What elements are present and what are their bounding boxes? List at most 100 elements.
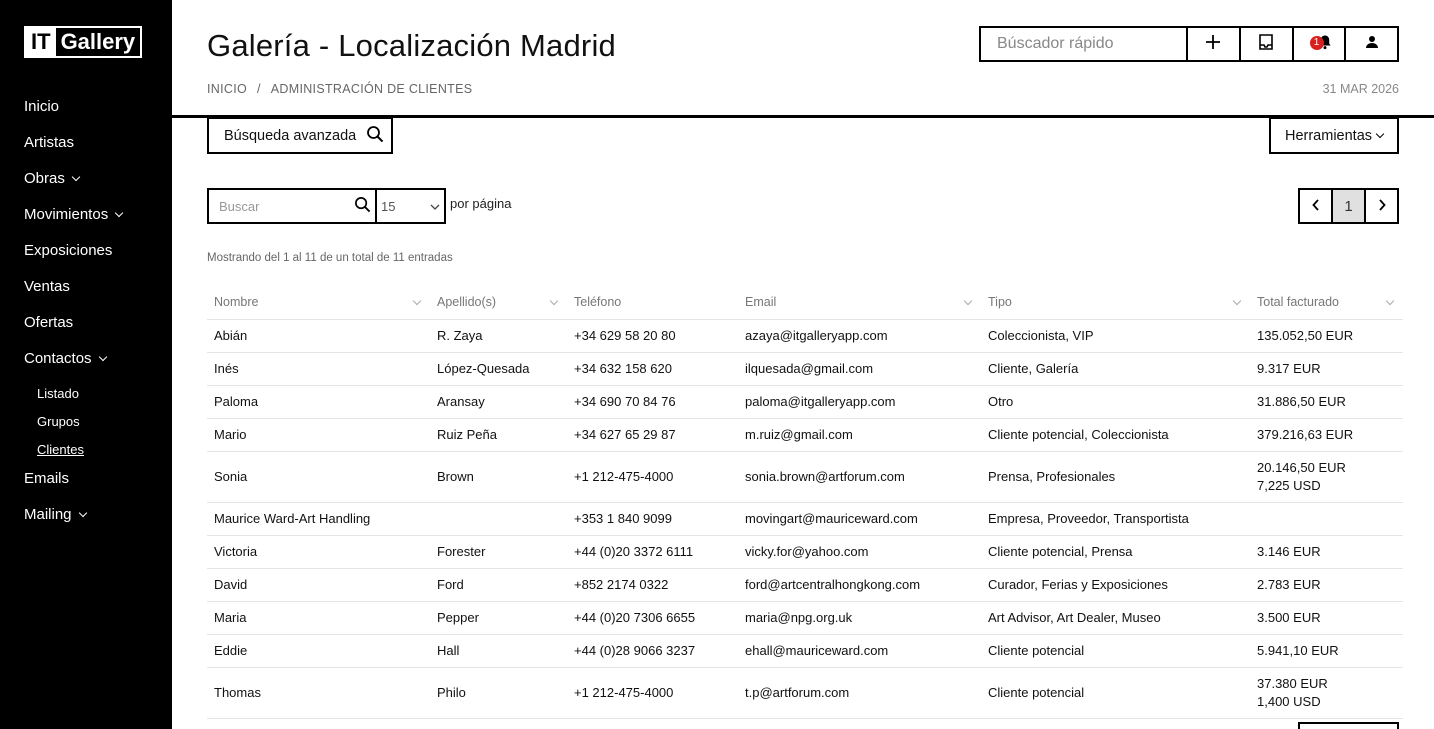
column-header-nombre[interactable]: Nombre [207,286,430,320]
sidebar-item-emails[interactable]: Emails [24,468,164,504]
user-icon [1365,35,1379,54]
sidebar-item-exposiciones[interactable]: Exposiciones [24,240,164,276]
cell-total [1250,502,1403,536]
cell-value: Cliente potencial [988,642,1085,658]
cell-email[interactable]: ehall@mauriceward.com [738,634,981,668]
sidebar-item-ofertas[interactable]: Ofertas [24,312,164,348]
sidebar-item-label: Inicio [24,98,60,115]
inbox-button[interactable] [1241,28,1294,60]
add-button[interactable] [1188,28,1241,60]
tools-dropdown-button[interactable]: Herramientas [1269,117,1399,154]
cell-nombre: Inés [207,352,430,386]
cell-value: Maurice Ward-Art Handling [214,510,371,526]
column-header-apellidos[interactable]: Apellido(s) [430,286,567,320]
table-search-input[interactable]: Buscar [207,188,377,224]
cell-email[interactable]: maria@npg.org.uk [738,601,981,635]
cell-value: 3.146 EUR [1257,543,1321,559]
cell-email[interactable]: m.ruiz@gmail.com [738,418,981,452]
table-row[interactable]: Mario Ruiz Peña +34 627 65 29 87 m.ruiz@gma… [207,418,1403,452]
sidebar-item-movimientos[interactable]: Movimientos [24,204,164,240]
table-row[interactable]: Victoria Forester +44 (0)20 3372 6111 vicky… [207,535,1403,569]
cell-value: +1 212-475-4000 [574,468,674,484]
cell-total: 9.317 EUR [1250,352,1403,386]
column-header-tipo[interactable]: Tipo [981,286,1250,320]
chevron-down-icon [78,508,87,518]
sort-icon [963,296,973,306]
cell-telefono: +44 (0)20 7306 6655 [567,601,738,635]
cell-value: David [214,576,248,592]
cell-value: +44 (0)20 3372 6111 [574,543,694,559]
next-page-button[interactable] [1366,190,1397,222]
breadcrumb-home[interactable]: INICIO [207,82,247,96]
sidebar-subitem-listado[interactable]: Listado [24,384,164,412]
sidebar-subitem-grupos[interactable]: Grupos [24,412,164,440]
advanced-search-button[interactable]: Búsqueda avanzada [207,117,393,154]
cell-value: Hall [437,642,460,658]
sidebar-item-inicio[interactable]: Inicio [24,96,164,132]
table-row[interactable]: Sonia Brown +1 212-475-4000 sonia.brown@art… [207,451,1403,503]
cell-value: ehall@mauriceward.com [745,642,889,658]
cell-value: Mario [214,426,247,442]
cell-tipo: Prensa, Profesionales [981,451,1250,503]
cell-value: +852 2174 0322 [574,576,669,592]
cell-telefono: +34 632 158 620 [567,352,738,386]
cell-email[interactable]: ford@artcentralhongkong.com [738,568,981,602]
sidebar-item-ventas[interactable]: Ventas [24,276,164,312]
cell-value: Cliente potencial, Prensa [988,543,1133,559]
column-label: Apellido(s) [437,295,497,310]
sidebar: IT Gallery Inicio Artistas Obras Movimiento… [0,0,172,729]
per-page-select[interactable]: 15 [377,188,446,224]
sidebar-item-obras[interactable]: Obras [24,168,164,204]
cell-value: 9.317 EUR [1257,360,1321,376]
logo-it: IT [26,28,56,56]
sidebar-item-mailing[interactable]: Mailing [24,504,164,540]
sidebar-item-artistas[interactable]: Artistas [24,132,164,168]
app-logo[interactable]: IT Gallery [24,26,143,58]
cell-email[interactable]: ilquesada@gmail.com [738,352,981,386]
cell-tipo: Cliente potencial, Coleccionista [981,418,1250,452]
table-header-row: Nombre Apellido(s) Teléfono Email Tipo T… [207,286,1403,320]
chevron-down-icon [71,172,81,182]
table-row[interactable]: Paloma Aransay +34 690 70 84 76 paloma@itga… [207,385,1403,419]
notifications-button[interactable]: 1 [1294,28,1347,60]
sidebar-subitem-clientes[interactable]: Clientes [24,440,164,468]
cell-email[interactable]: t.p@artforum.com [738,667,981,719]
sidebar-item-contactos[interactable]: Contactos [24,348,164,384]
cell-email[interactable]: vicky.for@yahoo.com [738,535,981,569]
quick-search-input[interactable]: Búscador rápido [981,28,1188,60]
cell-value: t.p@artforum.com [745,684,850,700]
table-row[interactable]: Abián R. Zaya +34 629 58 20 80 azaya@itgall… [207,319,1403,353]
table-search-placeholder: Buscar [219,198,260,214]
table-row[interactable]: Inés López-Quesada +34 632 158 620 ilquesad… [207,352,1403,386]
cell-value: 379.216,63 EUR [1257,426,1354,442]
cell-email[interactable]: azaya@itgalleryapp.com [738,319,981,353]
cell-email[interactable]: paloma@itgalleryapp.com [738,385,981,419]
sidebar-nav: Inicio Artistas Obras Movimientos Exposicion… [24,96,164,540]
column-label: Teléfono [574,295,622,310]
cell-value: Pepper [437,609,479,625]
cell-apellidos: R. Zaya [430,319,567,353]
column-header-email[interactable]: Email [738,286,981,320]
cell-email[interactable]: movingart@mauriceward.com [738,502,981,536]
page-number[interactable]: 1 [1333,190,1366,222]
table-row[interactable]: Thomas Philo +1 212-475-4000 t.p@artforum.c… [207,667,1403,719]
table-row[interactable]: Maria Pepper +44 (0)20 7306 6655 maria@npg.… [207,601,1403,635]
cell-value: 5.941,10 EUR [1257,642,1339,658]
sidebar-item-label: Obras [24,170,65,187]
cell-value: movingart@mauriceward.com [745,510,918,526]
table-row[interactable]: Maurice Ward-Art Handling +353 1 840 9099… [207,502,1403,536]
cell-value: Sonia [214,468,248,484]
cell-value: +44 (0)28 9066 3237 [574,642,696,658]
cell-apellidos: López-Quesada [430,352,567,386]
cell-telefono: +34 629 58 20 80 [567,319,738,353]
cell-email[interactable]: sonia.brown@artforum.com [738,451,981,503]
prev-page-button[interactable] [1300,190,1333,222]
chevron-down-icon [114,208,124,218]
cell-value: Maria [214,609,247,625]
table-row[interactable]: David Ford +852 2174 0322 ford@artcentralho… [207,568,1403,602]
table-row[interactable]: Eddie Hall +44 (0)28 9066 3237 ehall@mauric… [207,634,1403,668]
cell-value: R. Zaya [437,327,483,343]
column-header-total[interactable]: Total facturado [1250,286,1403,320]
user-button[interactable] [1346,28,1397,60]
pagination: 1 [1298,188,1399,224]
